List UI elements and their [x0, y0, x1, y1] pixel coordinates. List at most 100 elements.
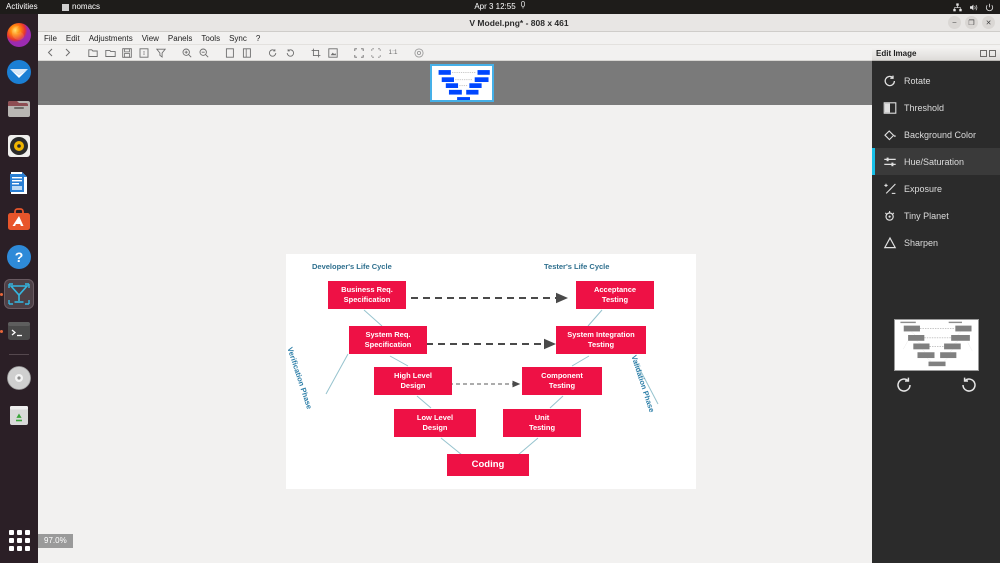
- panel-item-exposure[interactable]: Exposure: [872, 175, 1000, 202]
- box-component-testing[interactable]: Component Testing: [522, 367, 602, 395]
- box-low-level-design[interactable]: Low Level Design: [394, 409, 476, 437]
- window-buttons: – ❐ ✕: [948, 16, 995, 29]
- panel-item-label: Tiny Planet: [904, 210, 949, 221]
- zoom-100-label: 1:1: [388, 49, 398, 56]
- panel-item-label: Sharpen: [904, 237, 939, 248]
- threshold-icon: [882, 100, 897, 115]
- menu-tools[interactable]: Tools: [201, 34, 220, 43]
- dock-item-files[interactable]: [4, 94, 34, 124]
- save-icon[interactable]: [121, 47, 133, 59]
- system-tray[interactable]: [953, 0, 994, 14]
- dock-item-help[interactable]: ?: [4, 242, 34, 272]
- v-model-diagram[interactable]: Developer's Life Cycle Tester's Life Cyc…: [285, 254, 696, 489]
- box-line-2: Specification: [343, 295, 391, 304]
- menu-sync[interactable]: Sync: [229, 34, 247, 43]
- show-applications-button[interactable]: [4, 525, 34, 555]
- fullscreen-icon[interactable]: [353, 47, 365, 59]
- dock-item-terminal[interactable]: [0, 316, 34, 346]
- zoom-out-icon[interactable]: [198, 47, 210, 59]
- box-line-2: Specification: [364, 340, 412, 349]
- dock-item-nomacs[interactable]: [0, 279, 34, 309]
- filmstrip-thumbnail[interactable]: [430, 64, 494, 102]
- next-image-icon[interactable]: [61, 47, 73, 59]
- panel-item-label: Threshold: [904, 102, 945, 113]
- menu-view[interactable]: View: [142, 34, 159, 43]
- panel-item-hue-saturation[interactable]: Hue/Saturation: [872, 148, 1000, 175]
- rotate-clockwise-button[interactable]: [959, 375, 979, 395]
- background-color-icon: [882, 127, 897, 142]
- box-coding[interactable]: Coding: [447, 454, 529, 476]
- maximize-button[interactable]: ❐: [965, 16, 978, 29]
- power-icon[interactable]: [985, 3, 994, 12]
- network-icon[interactable]: [953, 2, 962, 12]
- previous-image-icon[interactable]: [44, 47, 56, 59]
- crop-icon[interactable]: [310, 47, 322, 59]
- paste-icon[interactable]: [241, 47, 253, 59]
- panel-item-threshold[interactable]: Threshold: [872, 94, 1000, 121]
- clock[interactable]: Apr 3 12:55: [0, 0, 1000, 14]
- edit-image-panel: Edit Image Rotate Threshold Background C…: [872, 47, 1000, 563]
- zoom-in-icon[interactable]: [181, 47, 193, 59]
- zoom-100-icon[interactable]: 1:1: [387, 47, 399, 59]
- panel-title: Edit Image: [876, 49, 917, 58]
- rename-icon[interactable]: I: [138, 47, 150, 59]
- box-line-2: Testing: [601, 295, 629, 304]
- box-high-level-design[interactable]: High Level Design: [374, 367, 452, 395]
- dock-item-firefox[interactable]: [4, 20, 34, 50]
- dock-item-ubuntu-software[interactable]: [4, 205, 34, 235]
- settings-icon[interactable]: [413, 47, 425, 59]
- box-unit-testing[interactable]: Unit Testing: [503, 409, 581, 437]
- panel-item-background-color[interactable]: Background Color: [872, 121, 1000, 148]
- filter-icon[interactable]: [155, 47, 167, 59]
- box-line-1: System Req.: [365, 330, 411, 339]
- nomacs-window: V Model.png* - 808 x 461 – ❐ ✕ File Edit…: [38, 14, 1000, 563]
- menu-panels[interactable]: Panels: [168, 34, 192, 43]
- open-image-icon[interactable]: [87, 47, 99, 59]
- gnome-top-bar: Activities nomacs Apr 3 12:55: [0, 0, 1000, 14]
- running-indicator: [0, 292, 3, 296]
- box-business-req[interactable]: Business Req. Specification: [328, 281, 406, 309]
- svg-text:I: I: [143, 51, 145, 57]
- menu-help[interactable]: ?: [256, 34, 260, 43]
- panel-header[interactable]: Edit Image: [872, 47, 1000, 61]
- close-button[interactable]: ✕: [982, 16, 995, 29]
- rotate-cw-icon[interactable]: [284, 47, 296, 59]
- canvas-area[interactable]: Developer's Life Cycle Tester's Life Cyc…: [38, 105, 872, 563]
- image-viewer[interactable]: Developer's Life Cycle Tester's Life Cyc…: [38, 61, 872, 563]
- box-system-integration-testing[interactable]: System Integration Testing: [556, 326, 646, 354]
- dock-item-rhythmbox[interactable]: [4, 131, 34, 161]
- window-titlebar[interactable]: V Model.png* - 808 x 461 – ❐ ✕: [38, 14, 1000, 32]
- rotate-ccw-icon[interactable]: [267, 47, 279, 59]
- dock-item-libreoffice-writer[interactable]: [4, 168, 34, 198]
- panel-item-sharpen[interactable]: Sharpen: [872, 229, 1000, 256]
- copy-icon[interactable]: [224, 47, 236, 59]
- volume-icon[interactable]: [969, 3, 978, 12]
- dock-item-disc[interactable]: [4, 363, 34, 393]
- menu-adjustments[interactable]: Adjustments: [89, 34, 133, 43]
- dock-item-trash[interactable]: [4, 400, 34, 430]
- menu-bar: File Edit Adjustments View Panels Tools …: [38, 32, 1000, 45]
- box-line-1: System Integration: [567, 330, 635, 339]
- open-directory-icon[interactable]: [104, 47, 116, 59]
- dock-item-thunderbird[interactable]: [4, 57, 34, 87]
- thumbnail-filmstrip[interactable]: [38, 61, 872, 105]
- menu-file[interactable]: File: [44, 34, 57, 43]
- box-acceptance-testing[interactable]: Acceptance Testing: [576, 281, 654, 309]
- sharpen-icon: [882, 235, 897, 250]
- ubuntu-dock: ?: [0, 14, 38, 563]
- undock-icon[interactable]: [980, 50, 987, 57]
- resize-icon[interactable]: [327, 47, 339, 59]
- toolbar: I 1:1: [38, 45, 1000, 61]
- rotate-counter-clockwise-button[interactable]: [894, 375, 914, 395]
- menu-edit[interactable]: Edit: [66, 34, 80, 43]
- fit-window-icon[interactable]: [370, 47, 382, 59]
- panel-item-label: Rotate: [904, 75, 931, 86]
- close-icon[interactable]: [989, 50, 996, 57]
- minimize-button[interactable]: –: [948, 16, 961, 29]
- panel-header-buttons: [980, 50, 996, 57]
- edit-preview-thumbnail: [894, 319, 979, 371]
- panel-item-rotate[interactable]: Rotate: [872, 67, 1000, 94]
- panel-item-tiny-planet[interactable]: Tiny Planet: [872, 202, 1000, 229]
- box-line-1: High Level: [394, 371, 432, 380]
- box-system-req[interactable]: System Req. Specification: [349, 326, 427, 354]
